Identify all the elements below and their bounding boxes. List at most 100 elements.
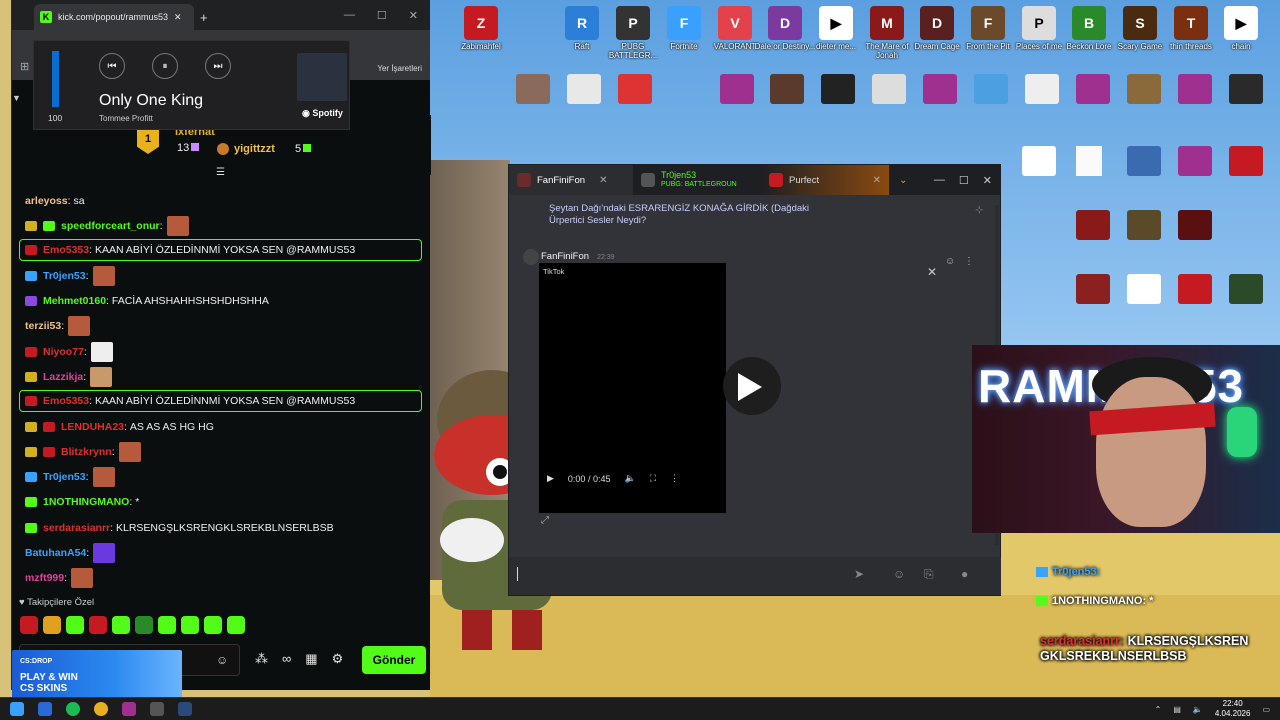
chevron-up-icon[interactable]: ⌃ [1155, 705, 1162, 714]
avatar[interactable] [523, 249, 539, 265]
chevron-down-icon[interactable]: ⌄ [899, 175, 907, 186]
chat-username[interactable]: Emo5353 [43, 244, 89, 256]
chat-username[interactable]: arleyoss [25, 195, 68, 207]
chat-username[interactable]: Lazzikja [43, 371, 83, 383]
taskbar-app-icon[interactable] [122, 702, 136, 716]
chat-username[interactable]: speedforceart_onur [61, 220, 160, 232]
minimize-icon[interactable]: — [344, 9, 355, 22]
desktop-app-icon: D [920, 6, 954, 40]
chat-username[interactable]: Tr0jen53 [43, 471, 86, 483]
embed-link-title[interactable]: Şeytan Dağı'ndaki ESRARENGİZ KONAĞA GİRD… [549, 203, 839, 227]
gear-icon[interactable]: ⚙ [332, 651, 344, 667]
volume-icon[interactable]: 🔈 [624, 473, 635, 484]
more-options-icon[interactable]: ⋮ [670, 473, 679, 484]
close-icon[interactable]: ✕ [927, 265, 937, 279]
emote-icon[interactable] [20, 616, 38, 634]
chat-username[interactable]: BatuhanA54 [25, 547, 86, 559]
chat-username[interactable]: Emo5353 [43, 395, 89, 407]
close-icon[interactable]: ✕ [873, 175, 881, 186]
store-icon[interactable]: ▦ [305, 651, 317, 667]
microphone-icon[interactable]: ● [961, 567, 968, 581]
leaderboard-user[interactable]: yigittzzt [234, 143, 275, 155]
emote-icon[interactable] [66, 616, 84, 634]
chat-username[interactable]: Niyoo77 [43, 346, 84, 358]
volume-slider[interactable] [52, 51, 59, 107]
minimize-icon[interactable]: — [934, 174, 945, 187]
author-name[interactable]: FanFiniFon [541, 251, 589, 262]
new-tab-button[interactable]: + [200, 10, 208, 25]
chat-username[interactable]: mzft999 [25, 572, 64, 584]
play-button[interactable] [723, 357, 781, 415]
chat-message: speedforceart_onur: [12, 213, 431, 238]
spotify-icon[interactable] [66, 702, 80, 716]
browser-tab[interactable]: K kick.com/popout/rammus53/chat ✕ [34, 4, 194, 30]
video-embed[interactable]: TikTok ▶ 0:00 / 0:45 🔈 ⛶ ⋮ [539, 263, 726, 513]
close-window-icon[interactable]: ✕ [983, 174, 992, 187]
chat-text: FACİA AHSHAHHSHSHDHSHHA [111, 295, 269, 308]
send-button[interactable]: Gönder [362, 646, 426, 674]
emoji-icon[interactable]: ☺ [216, 653, 228, 667]
previous-track-button[interactable]: ⏮ [99, 53, 125, 79]
next-track-button[interactable]: ⏭ [205, 53, 231, 79]
chat-username[interactable]: terzii53 [25, 320, 61, 332]
emote-icon[interactable] [158, 616, 176, 634]
pause-button[interactable]: ⏸ [152, 53, 178, 79]
network-icon[interactable]: ▤ [1173, 705, 1181, 714]
emote-icon[interactable] [43, 616, 61, 634]
taskbar-app-icon[interactable] [150, 702, 164, 716]
clock[interactable]: 22:40 4.04.2026 [1215, 699, 1251, 719]
steam-icon[interactable] [178, 702, 192, 716]
infinity-icon[interactable]: ∞ [282, 651, 291, 667]
emote-icon [92, 467, 115, 488]
chat-username[interactable]: 1NOTHINGMANO [43, 496, 129, 508]
emote-icon[interactable] [112, 616, 130, 634]
chat-username[interactable]: serdarasianrr [43, 522, 110, 534]
expand-icon[interactable]: ⤢ [541, 515, 549, 526]
fullscreen-icon[interactable]: ⛶ [650, 473, 656, 484]
taskbar-app-icon[interactable] [38, 702, 52, 716]
emote-icon[interactable] [181, 616, 199, 634]
discord-tab-label: FanFiniFon [537, 174, 586, 186]
desktop-icon[interactable]: ▶ chain [1210, 6, 1272, 60]
close-tab-icon[interactable]: ✕ [174, 12, 182, 23]
send-icon[interactable]: ➤ [854, 567, 864, 581]
chat-username[interactable]: Blitzkrynn [61, 446, 112, 458]
chat-username[interactable]: LENDUHA23 [61, 421, 124, 433]
desktop-icon[interactable]: Z Zabimahfel [450, 6, 512, 60]
collapse-icon[interactable]: ☰ [216, 167, 225, 178]
reaction-icon[interactable]: ☺ [945, 256, 955, 267]
close-icon[interactable]: ✕ [599, 175, 607, 186]
chat-colon: : [85, 471, 89, 484]
more-options-icon[interactable]: ⋮ [964, 256, 974, 267]
pin-icon[interactable]: ⊹ [975, 205, 983, 216]
discord-tab[interactable]: Tr0jen53 PUBG: BATTLEGROUNDS [633, 165, 761, 195]
chat-username[interactable]: Tr0jen53 [43, 270, 86, 282]
media-control-overlay: 100 ⏮ ⏸ ⏭ Only One King Tommee Profitt ◉… [33, 40, 350, 130]
notification-icon[interactable]: ▭ [1262, 705, 1270, 714]
emoji-icon[interactable]: ☺ [893, 567, 905, 581]
chat-username[interactable]: Mehmet0160 [43, 295, 106, 307]
start-icon[interactable] [10, 702, 24, 716]
advertisement-banner[interactable]: CS:DROP PLAY & WIN CS SKINS [12, 650, 182, 702]
emote-icon[interactable] [227, 616, 245, 634]
bookmarks-label[interactable]: Yer İşaretleri [377, 64, 422, 73]
discord-tab[interactable]: FanFiniFon ✕ [509, 165, 633, 195]
emote-icon[interactable] [135, 616, 153, 634]
apps-grid-icon[interactable]: ⊞ [20, 60, 29, 73]
desktop-app-icon [1127, 74, 1161, 104]
chrome-icon[interactable] [94, 702, 108, 716]
users-icon[interactable]: ⁂ [255, 651, 268, 667]
speaker-icon[interactable]: 🔈 [1193, 705, 1203, 714]
emote-icon[interactable] [204, 616, 222, 634]
message-input[interactable]: ➤ ☺ ⎘ ● [509, 557, 1001, 595]
close-window-icon[interactable]: ✕ [409, 9, 418, 22]
attachment-icon[interactable]: ⎘ [924, 567, 934, 582]
emote-icon[interactable] [89, 616, 107, 634]
chevron-down-icon[interactable]: ▼ [12, 93, 21, 103]
maximize-icon[interactable]: ☐ [377, 9, 387, 22]
discord-tab[interactable]: Purfect ✕ [761, 165, 889, 195]
play-icon[interactable]: ▶ [547, 473, 554, 484]
overlay-chat-user: 1NOTHINGMANO: * [1052, 594, 1154, 607]
desktop-app-icon [821, 74, 855, 104]
maximize-icon[interactable]: ☐ [959, 174, 969, 187]
